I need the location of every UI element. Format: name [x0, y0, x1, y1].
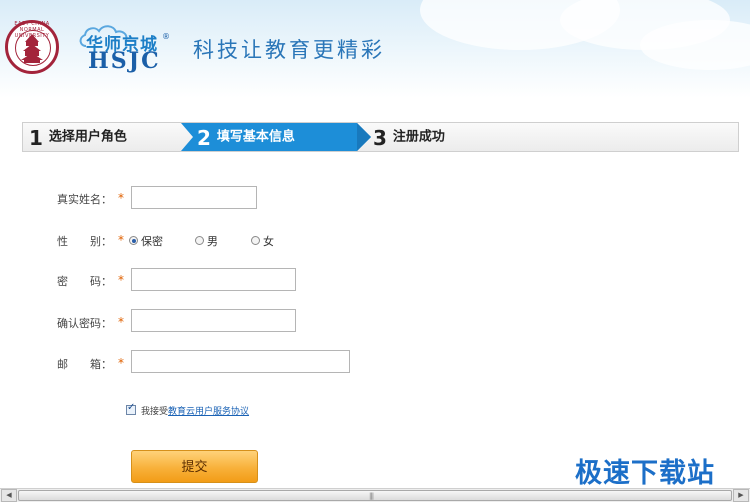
gender-radio-secret[interactable]	[129, 236, 138, 245]
header-banner: EAST CHINA NORMAL UNIVERSITY 华师京城 ® HSJC…	[0, 0, 750, 98]
password-input[interactable]	[131, 268, 296, 291]
scroll-right-arrow-icon[interactable]: ▶	[733, 489, 749, 502]
step-1: 1 选择用户角色	[29, 123, 127, 151]
confirm-password-input[interactable]	[131, 309, 296, 332]
step-number: 3	[373, 125, 387, 150]
horizontal-scrollbar[interactable]: ◀ ||| ▶	[0, 488, 750, 502]
scrollbar-thumb[interactable]: |||	[18, 490, 732, 501]
university-seal-logo: EAST CHINA NORMAL UNIVERSITY	[5, 20, 59, 74]
agreement-checkbox[interactable]	[126, 402, 136, 415]
real-name-label: 真实姓名：	[57, 193, 112, 206]
slogan: 科技让教育更精彩	[193, 38, 385, 62]
required-mark: *	[118, 273, 124, 287]
step-2-active: 2 填写基本信息	[197, 123, 295, 151]
real-name-input[interactable]	[131, 186, 257, 209]
step-label: 注册成功	[392, 129, 445, 145]
cloud-decoration	[640, 20, 750, 70]
required-mark: *	[118, 233, 124, 247]
step-label: 选择用户角色	[48, 129, 127, 145]
agreement-text: 我接受教育云用户服务协议	[141, 404, 249, 417]
gender-label: 性 别：	[57, 235, 112, 248]
required-mark: *	[118, 315, 124, 329]
brand-english-name: HSJC	[88, 48, 161, 74]
site-watermark: 极速下载站	[575, 458, 715, 489]
password-label: 密 码：	[57, 275, 112, 288]
agreement-prefix: 我接受	[141, 407, 169, 417]
step-3: 3 注册成功	[373, 123, 445, 151]
scroll-left-arrow-icon[interactable]: ◀	[1, 489, 17, 502]
scrollbar-grip-icon: |||	[369, 492, 374, 500]
registration-steps: 1 选择用户角色 2 填写基本信息 3 注册成功	[22, 122, 739, 152]
email-input[interactable]	[131, 350, 350, 373]
confirm-password-label: 确认密码：	[57, 317, 112, 330]
required-mark: *	[118, 356, 124, 370]
step-number: 2	[197, 125, 211, 150]
gender-radio-female[interactable]	[251, 236, 260, 245]
seal-text: EAST CHINA NORMAL UNIVERSITY	[14, 21, 50, 39]
submit-button[interactable]: 提交	[131, 450, 258, 483]
step-number: 1	[29, 125, 43, 150]
gender-option-secret[interactable]: 保密	[141, 233, 163, 249]
email-label: 邮 箱：	[57, 358, 112, 371]
gender-radio-male[interactable]	[195, 236, 204, 245]
gender-option-female[interactable]: 女	[263, 233, 274, 249]
gender-option-male[interactable]: 男	[207, 233, 218, 249]
required-mark: *	[118, 191, 124, 205]
registered-mark: ®	[162, 32, 170, 41]
step-label: 填写基本信息	[216, 129, 295, 145]
service-agreement-link[interactable]: 教育云用户服务协议	[168, 407, 249, 417]
